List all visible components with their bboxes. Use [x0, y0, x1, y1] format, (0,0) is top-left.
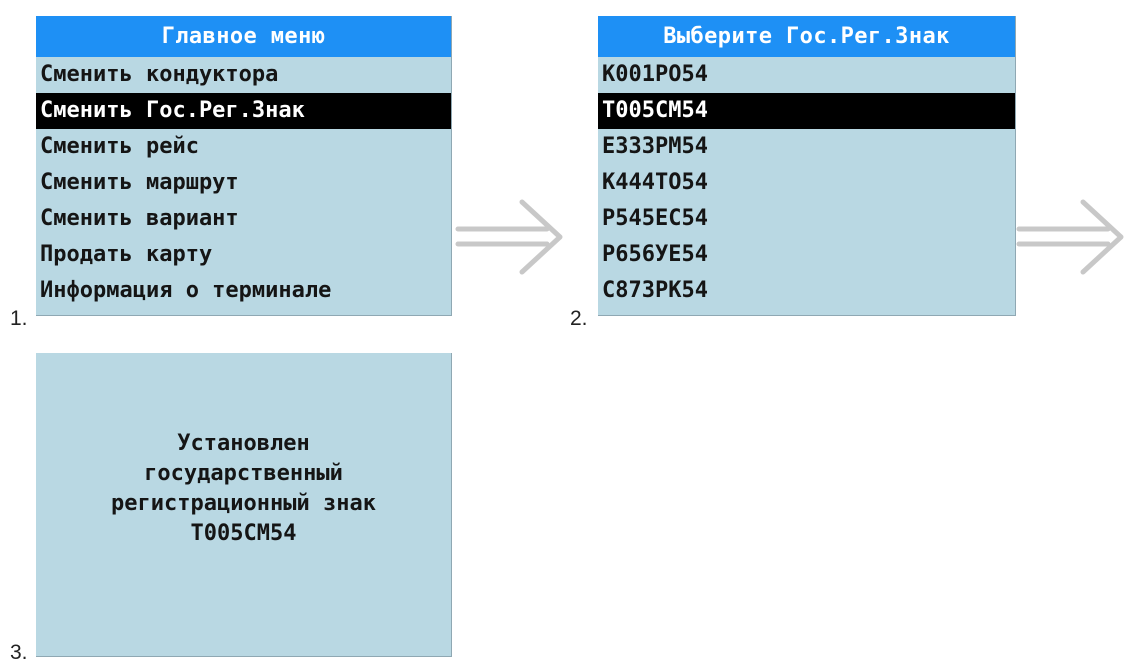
- double-line-right-arrow-icon: [1016, 199, 1124, 275]
- plate-item[interactable]: К001РО54: [598, 57, 1015, 93]
- menu-item-change-registration-plate[interactable]: Сменить Гос.Рег.Знак: [36, 93, 451, 129]
- plate-item-selected[interactable]: Т005СМ54: [598, 93, 1015, 129]
- menu-item-change-route[interactable]: Сменить маршрут: [36, 165, 451, 201]
- step-2-label: 2.: [570, 307, 588, 330]
- menu-item-terminal-info[interactable]: Информация о терминале: [36, 273, 451, 309]
- plate-item[interactable]: Е333РМ54: [598, 129, 1015, 165]
- plate-item[interactable]: К444ТО54: [598, 165, 1015, 201]
- menu-item-change-conductor[interactable]: Сменить кондуктора: [36, 57, 451, 93]
- plate-item[interactable]: Р656УЕ54: [598, 237, 1015, 273]
- menu-item-change-variant[interactable]: Сменить вариант: [36, 201, 451, 237]
- plate-list: К001РО54 Т005СМ54 Е333РМ54 К444ТО54 Р545…: [598, 57, 1015, 309]
- double-line-right-arrow-icon: [455, 199, 563, 275]
- plate-item[interactable]: С873РК54: [598, 273, 1015, 309]
- confirmation-line: регистрационный знак: [111, 491, 376, 516]
- menu-item-sell-card[interactable]: Продать карту: [36, 237, 451, 273]
- main-menu-list: Сменить кондуктора Сменить Гос.Рег.Знак …: [36, 57, 451, 309]
- menu-item-change-trip[interactable]: Сменить рейс: [36, 129, 451, 165]
- main-menu-header: Главное меню: [36, 16, 451, 57]
- plate-selection-header: Выберите Гос.Рег.Знак: [598, 16, 1015, 57]
- main-menu-screen: Главное меню Сменить кондуктора Сменить …: [36, 16, 452, 316]
- plate-item[interactable]: Р545ЕС54: [598, 201, 1015, 237]
- confirmation-plate-number: Т005СМ54: [190, 521, 297, 546]
- confirmation-line: государственный: [144, 461, 343, 486]
- step-3-label: 3.: [10, 641, 28, 664]
- step-1-label: 1.: [10, 307, 28, 330]
- confirmation-screen: Установлен государственный регистрационн…: [36, 353, 452, 657]
- plate-selection-screen: Выберите Гос.Рег.Знак К001РО54 Т005СМ54 …: [598, 16, 1016, 316]
- confirmation-line: Установлен: [177, 431, 310, 456]
- confirmation-message: Установлен государственный регистрационн…: [36, 429, 451, 549]
